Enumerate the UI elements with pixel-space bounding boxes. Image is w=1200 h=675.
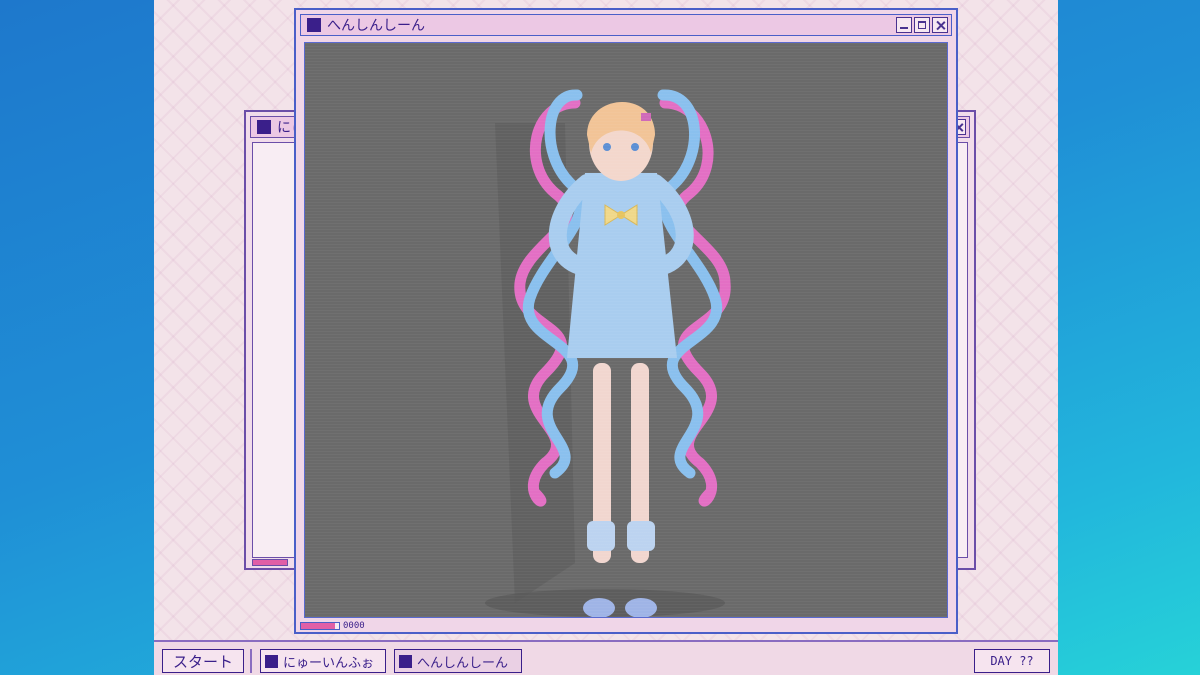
start-button[interactable]: スタート: [162, 649, 244, 673]
main-window-titlebar[interactable]: へんしんしーん: [300, 14, 952, 36]
back-window-progress: [252, 559, 288, 566]
close-icon[interactable]: [932, 17, 948, 33]
taskbar-item-nyuinfo[interactable]: にゅーいんふぉ: [260, 649, 386, 673]
status-counter: 0000: [343, 621, 365, 631]
maximize-icon[interactable]: [914, 17, 930, 33]
taskbar-item-henshin[interactable]: へんしんしーん: [394, 649, 522, 673]
window-icon: [307, 18, 321, 32]
main-window-progress: [300, 622, 340, 630]
window-icon: [257, 120, 271, 134]
taskbar-item-label: にゅーいんふぉ: [283, 655, 375, 671]
main-window-henshin[interactable]: へんしんしーん 0000: [294, 8, 958, 634]
day-indicator: DAY ??: [974, 649, 1050, 673]
character-figure: [485, 89, 731, 617]
taskbar-item-label: へんしんしーん: [417, 655, 509, 671]
window-icon: [399, 654, 412, 668]
scene-viewport: [304, 42, 948, 618]
main-window-status: 0000: [300, 620, 365, 632]
taskbar-divider: [250, 649, 252, 673]
minimize-icon[interactable]: [896, 17, 912, 33]
progress-fill: [301, 623, 336, 629]
taskbar: スタート にゅーいんふぉ へんしんしーん DAY ??: [154, 640, 1058, 675]
main-window-title: へんしんしーん: [327, 18, 425, 34]
window-icon: [265, 654, 278, 668]
